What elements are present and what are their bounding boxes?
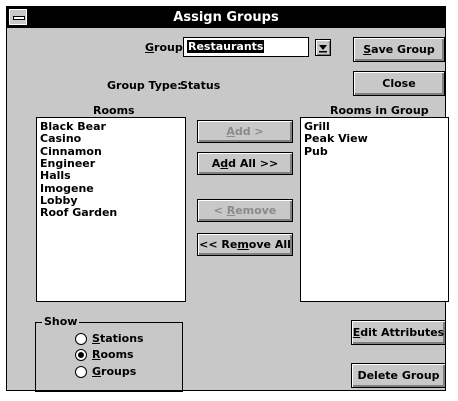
group-type-value: Status bbox=[180, 79, 221, 92]
radio-groups[interactable] bbox=[75, 366, 87, 378]
add-all-button[interactable]: Add All >> bbox=[197, 152, 293, 175]
rooms-listbox[interactable]: Black Bear Casino Cinnamon Engineer Halls Imo… bbox=[36, 117, 186, 302]
remove-button[interactable]: < Remove bbox=[197, 199, 293, 222]
list-item[interactable]: Cinnamon bbox=[40, 145, 102, 158]
dropdown-arrow-icon bbox=[319, 45, 327, 53]
rooms-in-group-listbox[interactable]: Grill Peak View Pub bbox=[300, 117, 449, 302]
radio-stations-label[interactable]: Stations bbox=[92, 332, 144, 345]
list-item[interactable]: Casino bbox=[40, 132, 81, 145]
edit-attributes-button[interactable]: Edit Attributes bbox=[351, 320, 446, 345]
radio-stations[interactable] bbox=[75, 333, 87, 345]
list-item[interactable]: Pub bbox=[304, 145, 328, 158]
add-button[interactable]: Add > bbox=[197, 120, 293, 143]
list-item[interactable]: Grill bbox=[304, 120, 330, 133]
rooms-in-group-header: Rooms in Group bbox=[330, 104, 429, 117]
list-item[interactable]: Roof Garden bbox=[40, 206, 117, 219]
save-group-button[interactable]: Save Group bbox=[353, 37, 445, 62]
list-item[interactable]: Halls bbox=[40, 169, 71, 182]
radio-groups-label[interactable]: Groups bbox=[92, 365, 136, 378]
rooms-header: Rooms bbox=[93, 104, 135, 117]
close-button[interactable]: Close bbox=[353, 71, 445, 96]
title-bar: Assign Groups bbox=[7, 7, 445, 28]
delete-group-button[interactable]: Delete Group bbox=[351, 363, 446, 388]
remove-all-button[interactable]: << Remove All bbox=[197, 233, 293, 256]
group-label: Group bbox=[145, 41, 183, 54]
list-item[interactable]: Black Bear bbox=[40, 120, 106, 133]
radio-rooms[interactable] bbox=[75, 349, 87, 361]
group-combobox-value: Restaurants bbox=[187, 40, 265, 53]
radio-rooms-label[interactable]: Rooms bbox=[92, 348, 134, 361]
list-item[interactable]: Lobby bbox=[40, 194, 78, 207]
dropdown-arrow-button[interactable] bbox=[315, 39, 331, 56]
group-combobox[interactable]: Restaurants bbox=[183, 37, 309, 57]
window-title: Assign Groups bbox=[173, 10, 279, 25]
list-item[interactable]: Engineer bbox=[40, 157, 95, 170]
list-item[interactable]: Peak View bbox=[304, 132, 368, 145]
list-item[interactable]: Imogene bbox=[40, 182, 94, 195]
show-caption: Show bbox=[42, 315, 80, 328]
group-type-label: Group Type: bbox=[107, 79, 182, 92]
